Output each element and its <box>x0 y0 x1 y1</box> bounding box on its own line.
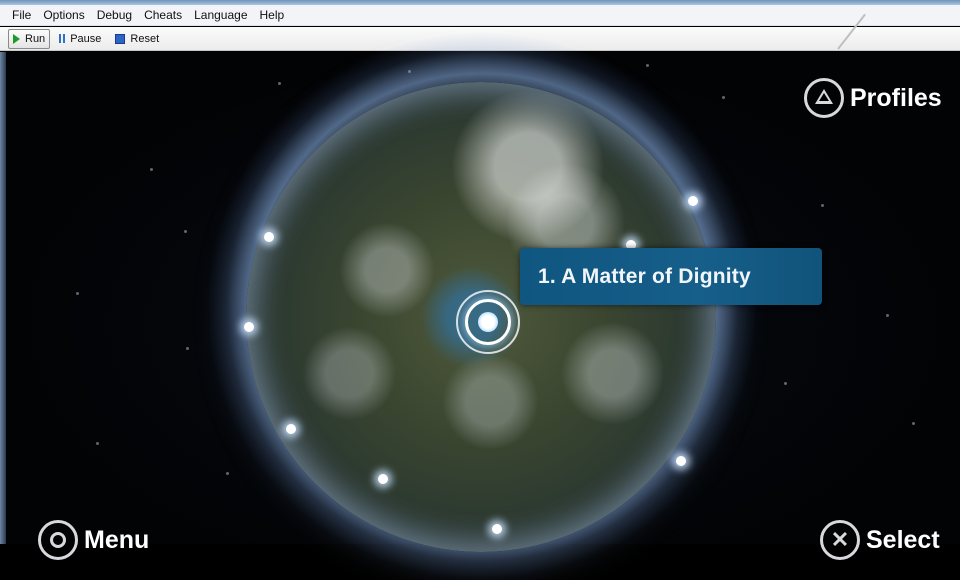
menu-help[interactable]: Help <box>254 6 291 24</box>
menu-debug[interactable]: Debug <box>91 6 138 24</box>
star <box>186 347 189 350</box>
star <box>150 168 153 171</box>
menubar: File Options Debug Cheats Language Help <box>0 5 960 26</box>
select-label: Select <box>866 525 940 554</box>
profiles-label: Profiles <box>850 83 942 112</box>
triangle-button-icon <box>804 78 844 118</box>
play-icon <box>13 33 20 44</box>
mission-node-marker[interactable] <box>244 322 254 332</box>
pause-button[interactable]: Pause <box>54 29 106 49</box>
profiles-button[interactable]: Profiles <box>804 78 942 118</box>
star <box>886 314 889 317</box>
star <box>184 230 187 233</box>
reset-label: Reset <box>130 32 160 45</box>
select-button[interactable]: ✕ Select <box>820 520 940 560</box>
menu-options[interactable]: Options <box>37 6 90 24</box>
mission-node-marker[interactable] <box>688 196 698 206</box>
run-label: Run <box>25 32 46 45</box>
reset-button[interactable]: Reset <box>110 29 164 49</box>
menu-cheats[interactable]: Cheats <box>138 6 188 24</box>
menu-language[interactable]: Language <box>188 6 253 24</box>
star <box>646 64 649 67</box>
star <box>912 422 915 425</box>
star <box>96 442 99 445</box>
mission-node-marker[interactable] <box>378 474 388 484</box>
menu-file[interactable]: File <box>6 6 37 24</box>
menu-label: Menu <box>84 525 150 554</box>
mission-node-marker[interactable] <box>492 524 502 534</box>
mission-title-box: 1. A Matter of Dignity <box>520 248 822 305</box>
star <box>821 204 824 207</box>
star <box>76 292 79 295</box>
pause-label: Pause <box>70 32 102 45</box>
mission-node-marker[interactable] <box>264 232 274 242</box>
star <box>278 82 281 85</box>
cross-button-icon: ✕ <box>820 520 860 560</box>
menu-button[interactable]: Menu <box>38 520 149 560</box>
mission-node-marker[interactable] <box>676 456 686 466</box>
stop-icon <box>115 33 126 44</box>
star <box>226 472 229 475</box>
run-button[interactable]: Run <box>8 28 51 49</box>
mission-node-marker[interactable] <box>286 424 296 434</box>
selected-mission-node[interactable] <box>478 312 498 332</box>
star <box>784 382 787 385</box>
star <box>722 96 725 99</box>
pause-icon <box>59 34 66 43</box>
circle-button-icon <box>38 520 78 560</box>
mission-title: 1. A Matter of Dignity <box>538 264 751 288</box>
